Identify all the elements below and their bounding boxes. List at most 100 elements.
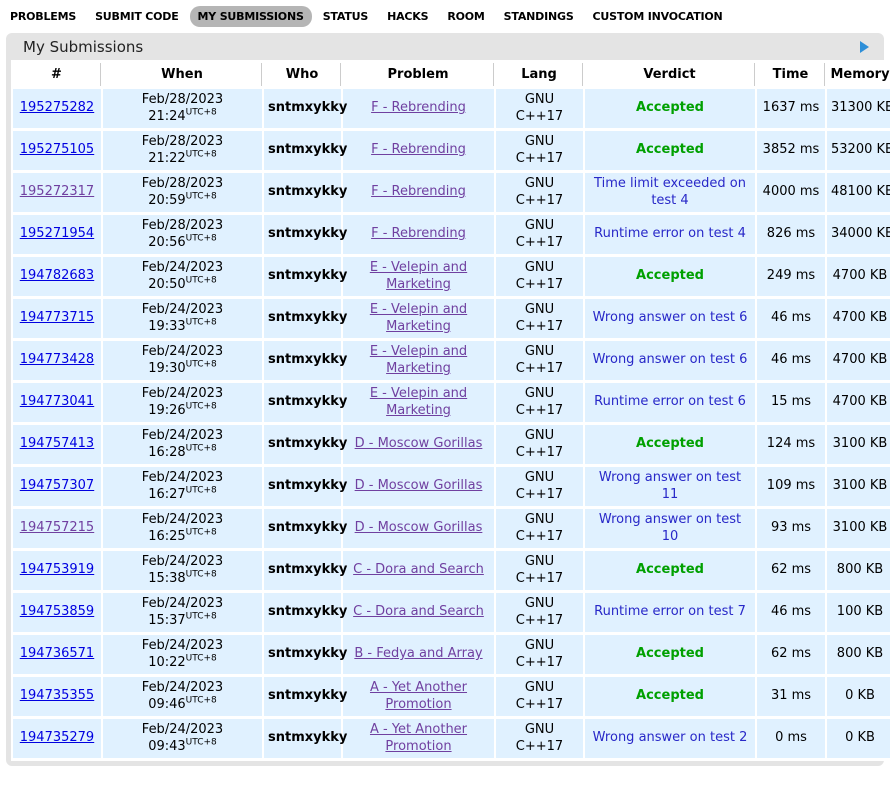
submission-lang: GNU C++17 (496, 341, 583, 380)
nav-item-standings[interactable]: STANDINGS (496, 6, 582, 27)
submission-row: 194773428 Feb/24/2023 19:30UTC+8 sntmxyk… (13, 341, 890, 380)
memory-used: 0 KB (827, 719, 890, 758)
problem-link[interactable]: F - Rebrending (371, 184, 466, 199)
submission-when: Feb/24/2023 09:46UTC+8 (103, 677, 262, 716)
problem-link[interactable]: F - Rebrending (371, 226, 466, 241)
verdict-text: Accepted (636, 436, 704, 451)
problem-link[interactable]: E - Velepin and Marketing (370, 302, 467, 334)
memory-used: 0 KB (827, 677, 890, 716)
problem-link[interactable]: C - Dora and Search (353, 604, 484, 619)
submission-lang: GNU C++17 (496, 593, 583, 632)
submission-author: sntmxykky (264, 341, 341, 380)
memory-used: 4700 KB (827, 257, 890, 296)
submission-id-link[interactable]: 194735355 (20, 688, 94, 703)
exec-time: 3852 ms (757, 131, 825, 170)
submission-id-link[interactable]: 195275105 (20, 142, 94, 157)
exec-time: 826 ms (757, 215, 825, 254)
nav-item-problems[interactable]: PROBLEMS (2, 6, 84, 27)
problem-link[interactable]: B - Fedya and Array (354, 646, 482, 661)
nav-item-my-submissions[interactable]: MY SUBMISSIONS (190, 6, 312, 27)
exec-time: 46 ms (757, 299, 825, 338)
submission-when: Feb/24/2023 20:50UTC+8 (103, 257, 262, 296)
submission-row: 195271954 Feb/28/2023 20:56UTC+8 sntmxyk… (13, 215, 890, 254)
submission-id-link[interactable]: 194757413 (20, 436, 94, 451)
verdict-text: Accepted (636, 268, 704, 283)
submission-id-link[interactable]: 195275282 (20, 100, 94, 115)
verdict-text: Time limit exceeded on test 4 (594, 176, 746, 208)
nav-item-submit-code[interactable]: SUBMIT CODE (87, 6, 186, 27)
problem-link[interactable]: E - Velepin and Marketing (370, 386, 467, 418)
nav-item-room[interactable]: ROOM (439, 6, 492, 27)
submission-author: sntmxykky (264, 593, 341, 632)
verdict-text: Accepted (636, 688, 704, 703)
submission-id-link[interactable]: 194782683 (20, 268, 94, 283)
exec-time: 93 ms (757, 509, 825, 548)
col-header-id: # (13, 63, 101, 86)
problem-link[interactable]: F - Rebrending (371, 142, 466, 157)
col-header-lang: Lang (496, 63, 583, 86)
problem-link[interactable]: D - Moscow Gorillas (355, 478, 483, 493)
submission-id-link[interactable]: 194736571 (20, 646, 94, 661)
submission-lang: GNU C++17 (496, 131, 583, 170)
verdict-text: Runtime error on test 6 (594, 394, 746, 409)
exec-time: 124 ms (757, 425, 825, 464)
verdict-text: Runtime error on test 7 (594, 604, 746, 619)
submission-id-link[interactable]: 194753859 (20, 604, 94, 619)
submission-id-link[interactable]: 194757307 (20, 478, 94, 493)
verdict-text: Accepted (636, 646, 704, 661)
problem-link[interactable]: A - Yet Another Promotion (370, 722, 467, 754)
problem-link[interactable]: A - Yet Another Promotion (370, 680, 467, 712)
memory-used: 800 KB (827, 635, 890, 674)
exec-time: 46 ms (757, 341, 825, 380)
problem-link[interactable]: D - Moscow Gorillas (355, 520, 483, 535)
submission-when: Feb/24/2023 15:38UTC+8 (103, 551, 262, 590)
submission-author: sntmxykky (264, 173, 341, 212)
verdict-text: Accepted (636, 562, 704, 577)
problem-link[interactable]: D - Moscow Gorillas (355, 436, 483, 451)
nav-item-custom-invocation[interactable]: CUSTOM INVOCATION (585, 6, 731, 27)
submission-id-link[interactable]: 194735279 (20, 730, 94, 745)
col-header-verdict: Verdict (585, 63, 755, 86)
submission-id-link[interactable]: 194753919 (20, 562, 94, 577)
problem-link[interactable]: F - Rebrending (371, 100, 466, 115)
play-arrow-icon[interactable] (860, 41, 869, 53)
submission-when: Feb/24/2023 10:22UTC+8 (103, 635, 262, 674)
submission-when: Feb/24/2023 19:33UTC+8 (103, 299, 262, 338)
submission-when: Feb/24/2023 16:27UTC+8 (103, 467, 262, 506)
submission-id-link[interactable]: 194773428 (20, 352, 94, 367)
verdict-text: Wrong answer on test 6 (593, 310, 748, 325)
exec-time: 249 ms (757, 257, 825, 296)
submission-author: sntmxykky (264, 89, 341, 128)
submission-id-link[interactable]: 194757215 (20, 520, 94, 535)
problem-link[interactable]: C - Dora and Search (353, 562, 484, 577)
verdict-text: Wrong answer on test 2 (593, 730, 748, 745)
verdict-text: Wrong answer on test 10 (599, 512, 741, 544)
nav-item-status[interactable]: STATUS (315, 6, 376, 27)
submission-lang: GNU C++17 (496, 257, 583, 296)
submission-lang: GNU C++17 (496, 677, 583, 716)
submission-when: Feb/28/2023 21:24UTC+8 (103, 89, 262, 128)
exec-time: 0 ms (757, 719, 825, 758)
submission-lang: GNU C++17 (496, 509, 583, 548)
submission-id-link[interactable]: 195272317 (20, 184, 94, 199)
exec-time: 109 ms (757, 467, 825, 506)
submission-author: sntmxykky (264, 719, 341, 758)
submission-when: Feb/24/2023 19:30UTC+8 (103, 341, 262, 380)
submission-when: Feb/28/2023 20:56UTC+8 (103, 215, 262, 254)
problem-link[interactable]: E - Velepin and Marketing (370, 344, 467, 376)
page-title: My Submissions (23, 38, 143, 56)
submission-lang: GNU C++17 (496, 635, 583, 674)
verdict-text: Accepted (636, 142, 704, 157)
submissions-table: # When Who Problem Lang Verdict Time Mem… (11, 60, 890, 761)
problem-link[interactable]: E - Velepin and Marketing (370, 260, 467, 292)
col-header-memory: Memory (827, 63, 890, 86)
submission-id-link[interactable]: 195271954 (20, 226, 94, 241)
submission-id-link[interactable]: 194773715 (20, 310, 94, 325)
submission-author: sntmxykky (264, 551, 341, 590)
submission-row: 194753859 Feb/24/2023 15:37UTC+8 sntmxyk… (13, 593, 890, 632)
contest-nav: PROBLEMSSUBMIT CODEMY SUBMISSIONSSTATUSH… (0, 0, 890, 31)
nav-item-hacks[interactable]: HACKS (379, 6, 436, 27)
submission-lang: GNU C++17 (496, 173, 583, 212)
datatable-caption: My Submissions (11, 33, 879, 60)
submission-id-link[interactable]: 194773041 (20, 394, 94, 409)
